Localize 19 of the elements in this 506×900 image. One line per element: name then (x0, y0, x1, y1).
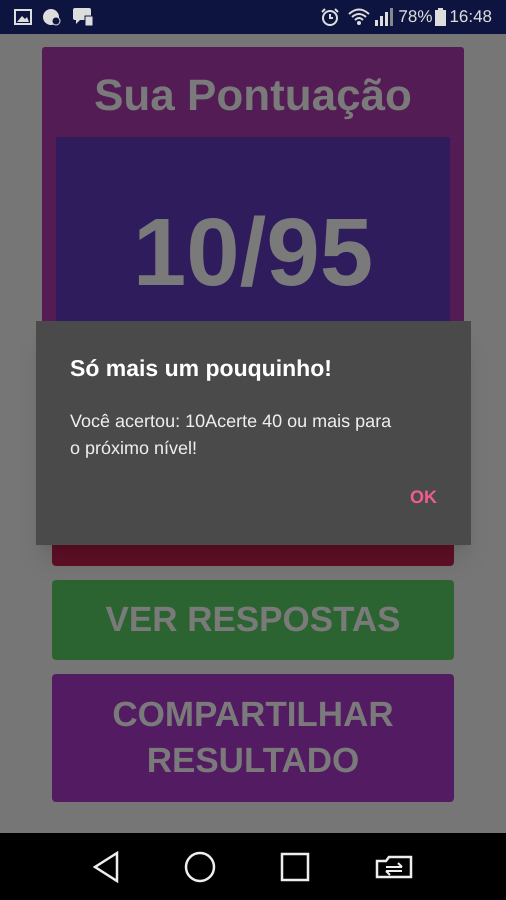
alarm-icon (320, 7, 340, 27)
chat-icon (72, 7, 94, 27)
wifi-icon (348, 8, 370, 26)
recent-apps-icon[interactable] (280, 852, 310, 882)
score-value: 10/95 (132, 205, 374, 301)
action-button[interactable]: VER RESPOSTAS (52, 580, 454, 660)
back-icon[interactable] (92, 850, 120, 882)
dialog-message: Você acertou: 10Acerte 40 ou mais para o próximo nível! (70, 410, 392, 460)
battery-icon (435, 8, 446, 26)
dialog-title: Só mais um pouquinho! (70, 354, 333, 383)
clock: 16:48 (449, 6, 492, 28)
home-icon[interactable] (184, 850, 216, 882)
signal-icon (374, 8, 394, 26)
battery-percentage: 78% (398, 6, 432, 28)
app-icon (42, 8, 62, 26)
score-title: Sua Pontuação (94, 70, 412, 122)
image-icon (14, 9, 32, 25)
action-button[interactable]: COMPARTILHAR RESULTADO (52, 674, 454, 802)
ok-button[interactable]: OK (400, 480, 447, 514)
